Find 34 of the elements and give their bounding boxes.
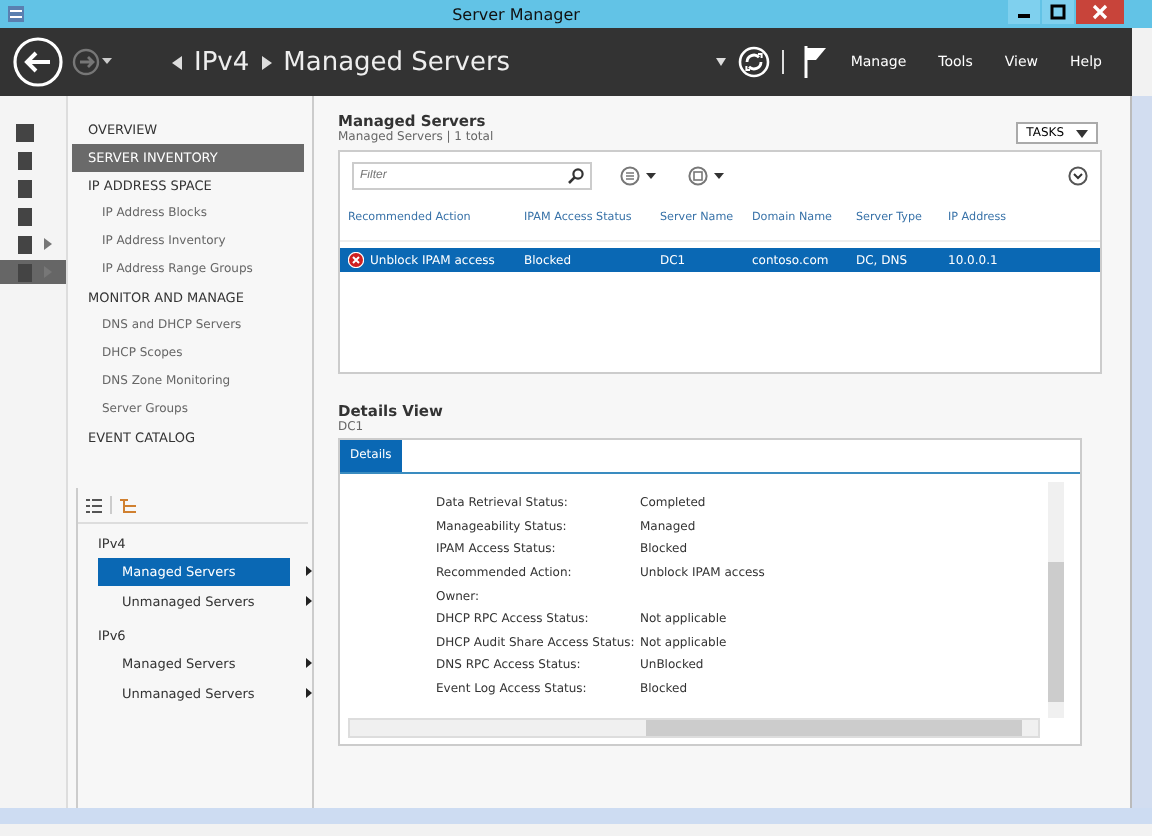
back-button[interactable] <box>12 36 64 88</box>
refresh-button[interactable] <box>738 46 771 78</box>
expand-icon[interactable] <box>1068 166 1088 186</box>
close-icon <box>1092 4 1108 20</box>
error-icon <box>348 252 364 268</box>
expand-arrow-icon[interactable] <box>306 688 312 698</box>
horizontal-scrollbar[interactable] <box>348 718 1040 738</box>
maximize-button[interactable] <box>1042 0 1074 24</box>
save-query-dropdown-button[interactable] <box>688 166 728 186</box>
close-button[interactable] <box>1076 0 1124 24</box>
forward-button[interactable] <box>72 48 116 76</box>
search-icon <box>568 168 584 184</box>
breadcrumb-item[interactable]: Managed Servers <box>283 47 511 77</box>
grid-icon <box>16 123 34 141</box>
tree-view-icon[interactable] <box>120 497 138 513</box>
dropdown-caret-icon[interactable] <box>716 58 727 66</box>
server-icon <box>6 4 26 24</box>
expand-arrow-icon[interactable] <box>306 566 312 576</box>
list-view-icon[interactable] <box>86 497 102 513</box>
nav-tile[interactable] <box>0 260 66 284</box>
expand-arrow-icon[interactable] <box>306 596 312 606</box>
window-title: Server Manager <box>450 5 582 23</box>
expand-arrow-icon[interactable] <box>306 658 312 668</box>
flag-icon[interactable] <box>804 46 829 78</box>
breadcrumb-item[interactable]: IPv4 <box>194 47 250 77</box>
chevron-icon <box>261 55 272 69</box>
vertical-scrollbar[interactable] <box>1048 482 1064 718</box>
bottom-scrollbar[interactable] <box>0 808 1152 824</box>
maximize-icon <box>1050 4 1066 20</box>
caret-icon <box>1076 129 1088 137</box>
minimize-button[interactable] <box>1008 0 1040 24</box>
window-scrollbar[interactable] <box>1130 96 1152 808</box>
query-dropdown-button[interactable] <box>620 166 660 186</box>
back-caret-icon <box>172 55 182 69</box>
